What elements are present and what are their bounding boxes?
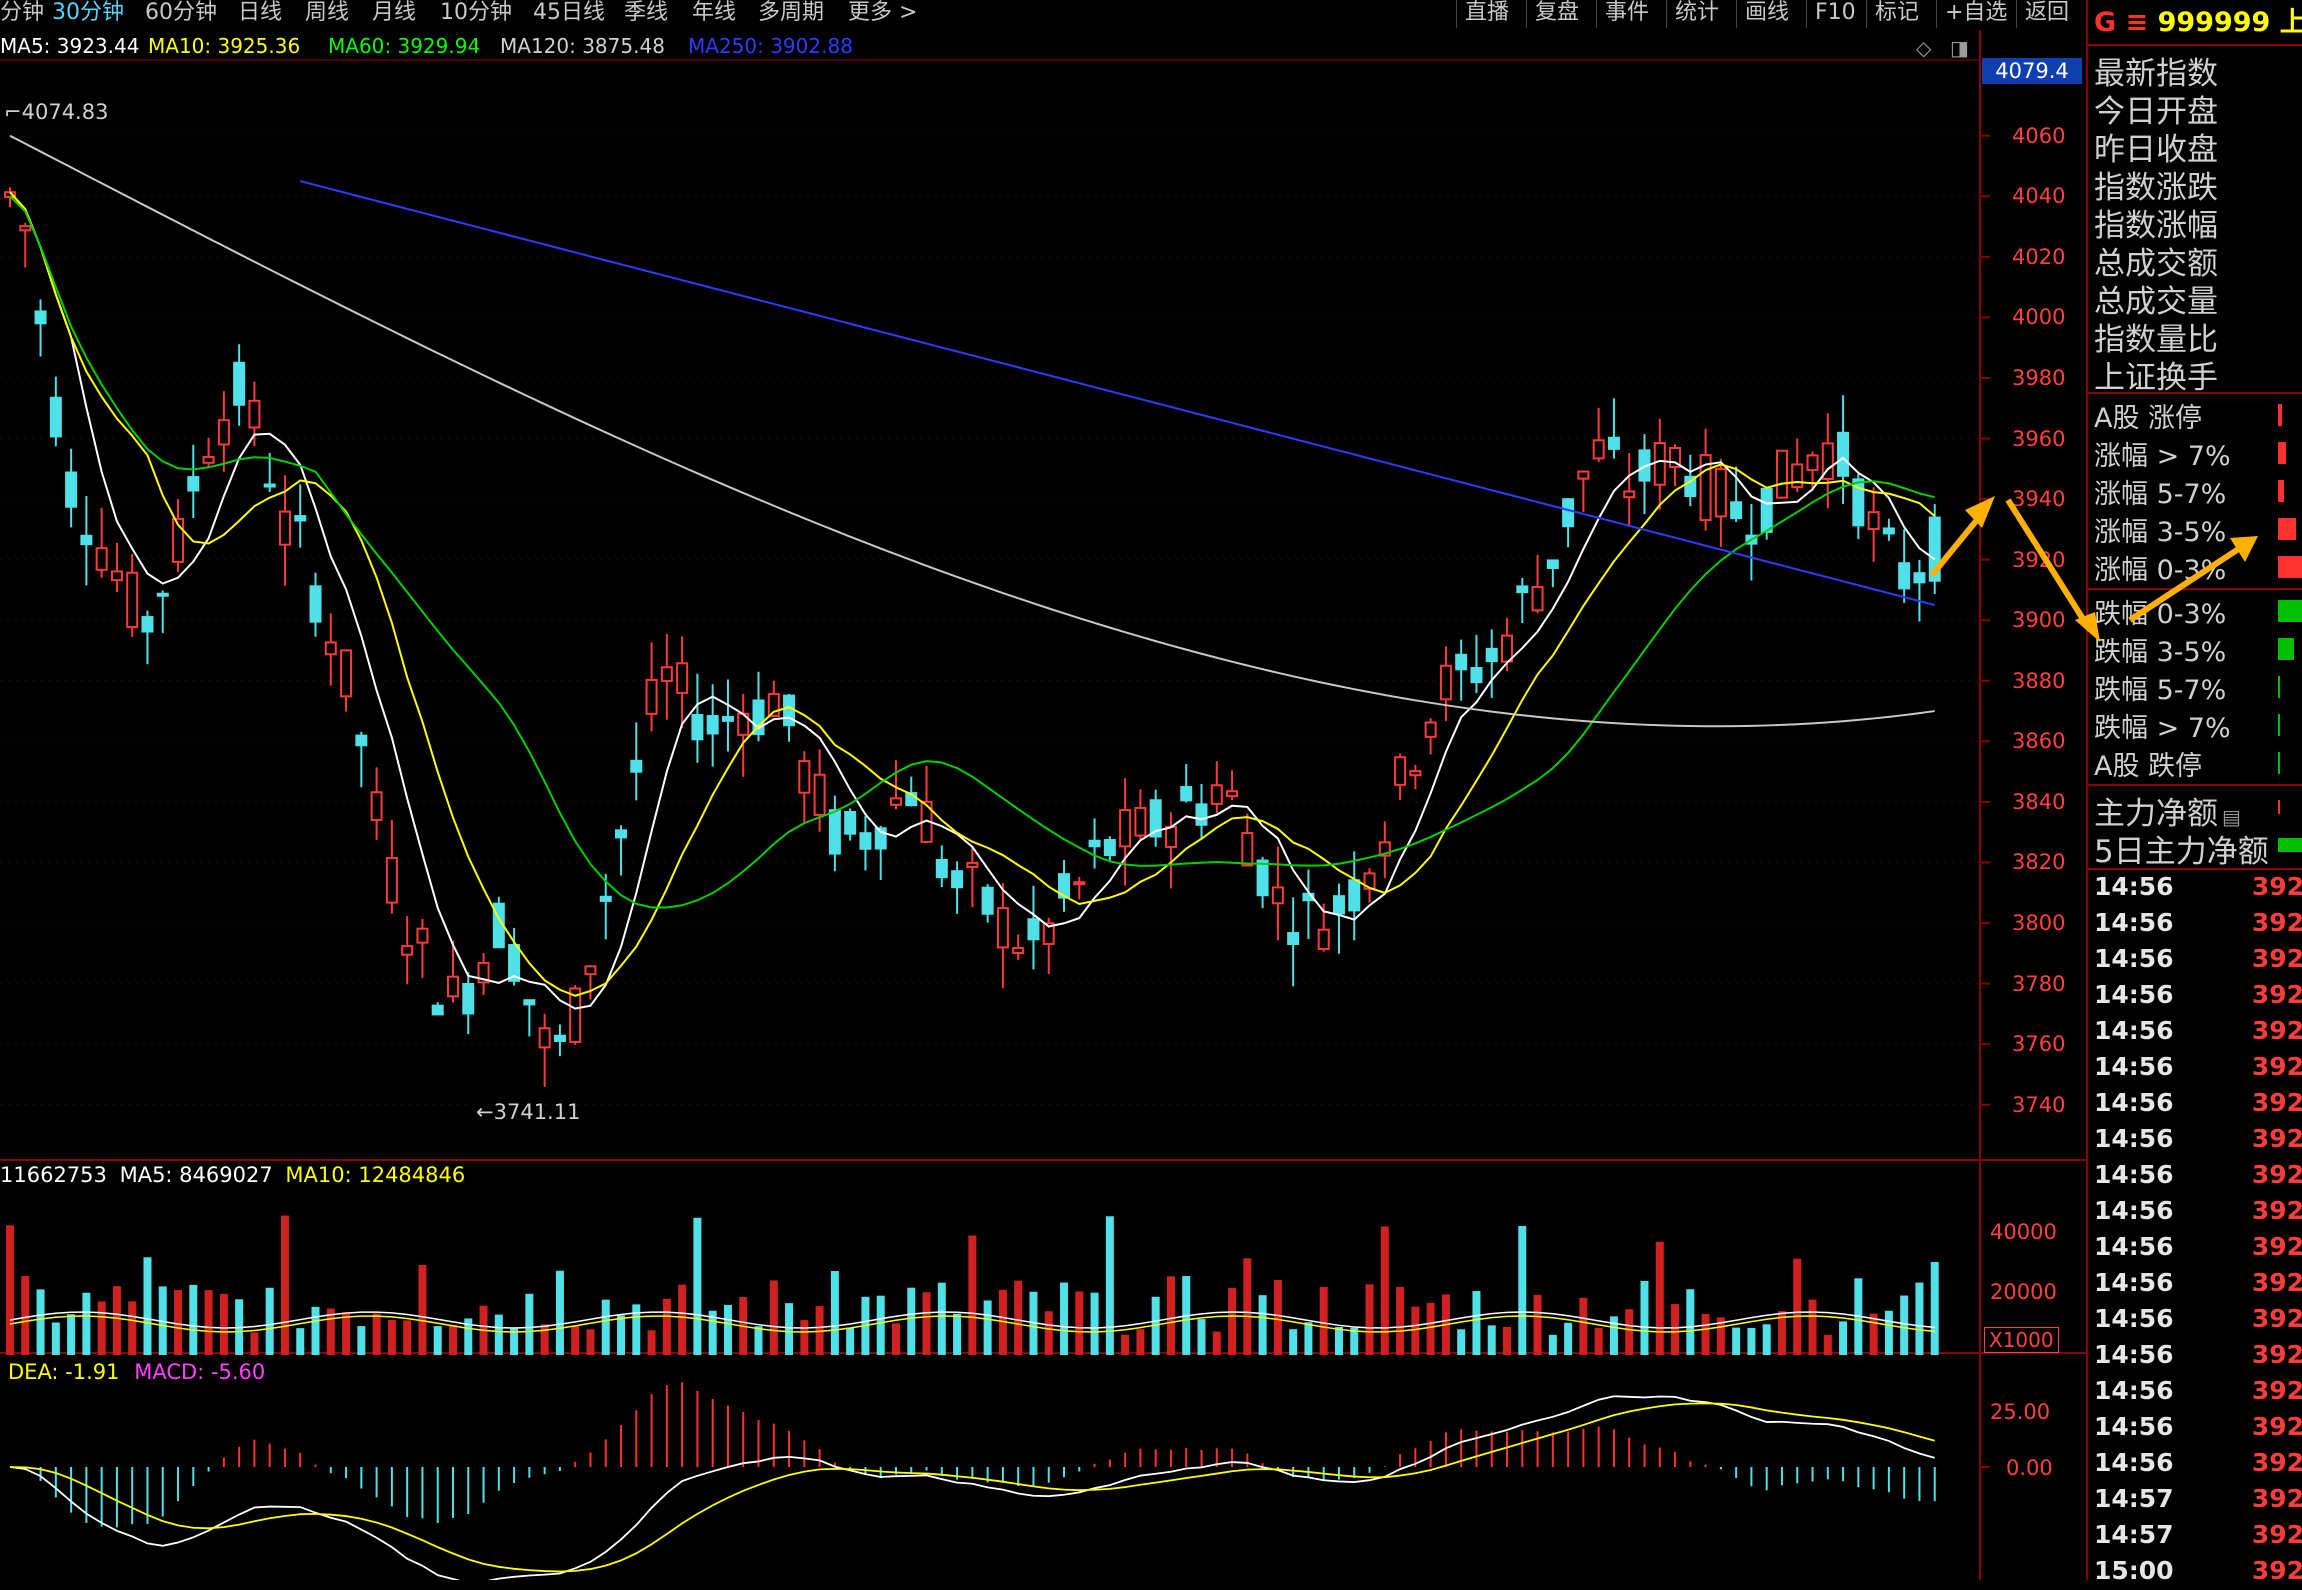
annotation-arrows [1929, 496, 2258, 642]
arrow-down [2005, 498, 2093, 632]
arrow-head-icon [1965, 496, 1995, 528]
arrow-up-right [2128, 545, 2242, 623]
